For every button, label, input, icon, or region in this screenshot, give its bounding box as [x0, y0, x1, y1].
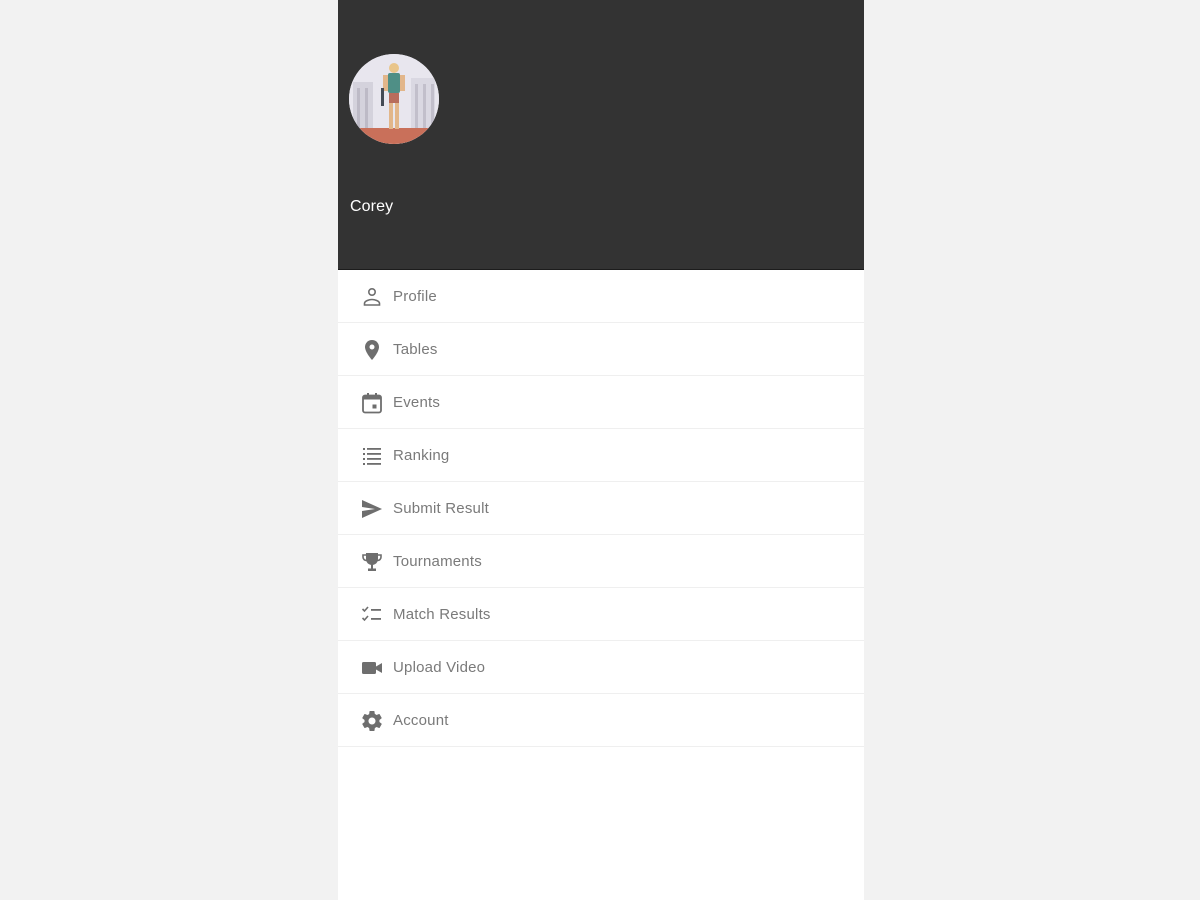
menu-item-account[interactable]: Account	[338, 694, 864, 747]
menu-item-label: Tables	[393, 341, 438, 358]
menu-item-upload-video[interactable]: Upload Video	[338, 641, 864, 694]
person-icon	[360, 285, 384, 309]
menu-item-tournaments[interactable]: Tournaments	[338, 535, 864, 588]
menu-item-tables[interactable]: Tables	[338, 323, 864, 376]
menu-item-profile[interactable]: Profile	[338, 270, 864, 323]
menu-item-label: Account	[393, 712, 449, 729]
video-camera-icon	[360, 656, 384, 680]
menu-item-label: Profile	[393, 288, 437, 305]
menu-item-label: Upload Video	[393, 659, 486, 676]
avatar-photo	[349, 54, 439, 144]
menu-item-ranking[interactable]: Ranking	[338, 429, 864, 482]
location-pin-icon	[360, 338, 384, 362]
menu-item-label: Ranking	[393, 447, 450, 464]
menu-item-label: Events	[393, 394, 441, 411]
drawer-menu: Profile Tables Events Ranking Submit Res…	[338, 270, 864, 747]
gear-icon	[360, 709, 384, 733]
calendar-icon	[360, 391, 384, 415]
menu-item-label: Tournaments	[393, 553, 482, 570]
navigation-drawer: Corey Profile Tables Events Ranking Subm…	[338, 0, 864, 900]
user-name: Corey	[350, 198, 394, 215]
menu-item-label: Submit Result	[393, 500, 489, 517]
menu-item-match-results[interactable]: Match Results	[338, 588, 864, 641]
menu-item-label: Match Results	[393, 606, 491, 623]
avatar[interactable]	[349, 54, 439, 144]
trophy-icon	[360, 550, 384, 574]
checklist-icon	[360, 603, 384, 627]
send-icon	[360, 497, 384, 521]
menu-item-submit-result[interactable]: Submit Result	[338, 482, 864, 535]
drawer-header: Corey	[338, 0, 864, 270]
list-icon	[360, 444, 384, 468]
menu-item-events[interactable]: Events	[338, 376, 864, 429]
